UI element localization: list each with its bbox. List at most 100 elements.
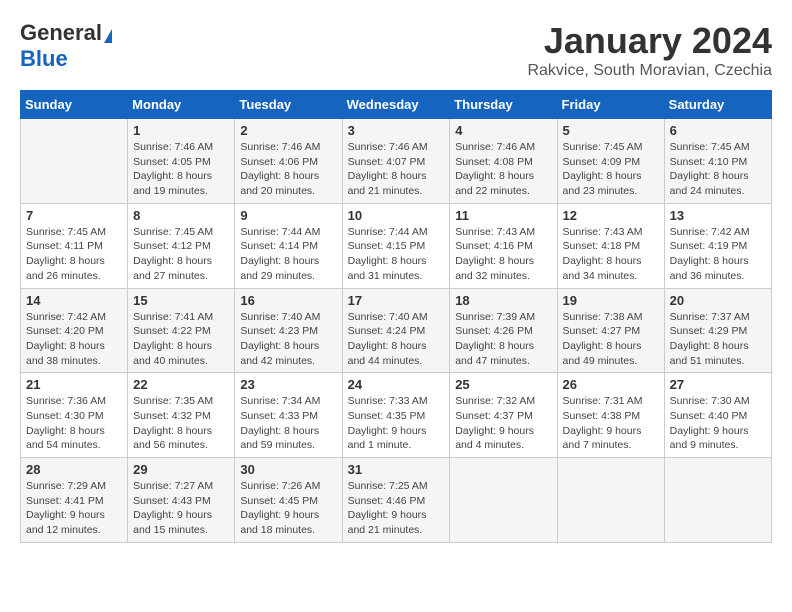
day-info: Sunrise: 7:46 AM Sunset: 4:06 PM Dayligh… [240,140,336,199]
day-cell [21,119,128,204]
day-number: 28 [26,462,122,477]
day-number: 24 [348,377,445,392]
header-cell-friday: Friday [557,91,664,119]
day-info: Sunrise: 7:37 AM Sunset: 4:29 PM Dayligh… [670,310,766,369]
day-info: Sunrise: 7:35 AM Sunset: 4:32 PM Dayligh… [133,394,229,453]
day-number: 3 [348,123,445,138]
day-cell: 24 Sunrise: 7:33 AM Sunset: 4:35 PM Dayli… [342,373,450,458]
day-number: 15 [133,293,229,308]
day-cell: 23 Sunrise: 7:34 AM Sunset: 4:33 PM Dayli… [235,373,342,458]
day-info: Sunrise: 7:36 AM Sunset: 4:30 PM Dayligh… [26,394,122,453]
day-number: 23 [240,377,336,392]
day-info: Sunrise: 7:43 AM Sunset: 4:18 PM Dayligh… [563,225,659,284]
title-area: January 2024 Rakvice, South Moravian, Cz… [527,20,772,80]
day-info: Sunrise: 7:43 AM Sunset: 4:16 PM Dayligh… [455,225,551,284]
day-cell: 16 Sunrise: 7:40 AM Sunset: 4:23 PM Dayli… [235,288,342,373]
day-info: Sunrise: 7:30 AM Sunset: 4:40 PM Dayligh… [670,394,766,453]
day-number: 13 [670,208,766,223]
day-info: Sunrise: 7:32 AM Sunset: 4:37 PM Dayligh… [455,394,551,453]
day-info: Sunrise: 7:46 AM Sunset: 4:05 PM Dayligh… [133,140,229,199]
header-cell-wednesday: Wednesday [342,91,450,119]
day-cell: 1 Sunrise: 7:46 AM Sunset: 4:05 PM Daylig… [128,119,235,204]
day-cell: 10Sunrise: 7:44 AM Sunset: 4:15 PM Dayli… [342,203,450,288]
day-info: Sunrise: 7:26 AM Sunset: 4:45 PM Dayligh… [240,479,336,538]
day-cell [450,458,557,543]
week-row-3: 14 Sunrise: 7:42 AM Sunset: 4:20 PM Dayli… [21,288,772,373]
day-cell: 13 Sunrise: 7:42 AM Sunset: 4:19 PM Dayli… [664,203,771,288]
logo-general: General [20,20,102,45]
day-info: Sunrise: 7:42 AM Sunset: 4:20 PM Dayligh… [26,310,122,369]
day-number: 6 [670,123,766,138]
day-info: Sunrise: 7:39 AM Sunset: 4:26 PM Dayligh… [455,310,551,369]
day-number: 7 [26,208,122,223]
day-number: 4 [455,123,551,138]
day-info: Sunrise: 7:25 AM Sunset: 4:46 PM Dayligh… [348,479,445,538]
header-cell-thursday: Thursday [450,91,557,119]
day-number: 14 [26,293,122,308]
day-cell [557,458,664,543]
day-number: 30 [240,462,336,477]
day-number: 2 [240,123,336,138]
day-number: 20 [670,293,766,308]
day-number: 29 [133,462,229,477]
day-cell: 19 Sunrise: 7:38 AM Sunset: 4:27 PM Dayli… [557,288,664,373]
day-info: Sunrise: 7:34 AM Sunset: 4:33 PM Dayligh… [240,394,336,453]
day-number: 18 [455,293,551,308]
header-cell-saturday: Saturday [664,91,771,119]
day-info: Sunrise: 7:42 AM Sunset: 4:19 PM Dayligh… [670,225,766,284]
week-row-2: 7 Sunrise: 7:45 AM Sunset: 4:11 PM Daylig… [21,203,772,288]
day-number: 11 [455,208,551,223]
day-cell: 14 Sunrise: 7:42 AM Sunset: 4:20 PM Dayli… [21,288,128,373]
calendar-title: January 2024 [527,20,772,62]
day-number: 19 [563,293,659,308]
day-cell: 29 Sunrise: 7:27 AM Sunset: 4:43 PM Dayli… [128,458,235,543]
day-info: Sunrise: 7:27 AM Sunset: 4:43 PM Dayligh… [133,479,229,538]
day-number: 31 [348,462,445,477]
day-info: Sunrise: 7:45 AM Sunset: 4:10 PM Dayligh… [670,140,766,199]
day-info: Sunrise: 7:33 AM Sunset: 4:35 PM Dayligh… [348,394,445,453]
day-info: Sunrise: 7:46 AM Sunset: 4:08 PM Dayligh… [455,140,551,199]
header-cell-tuesday: Tuesday [235,91,342,119]
day-info: Sunrise: 7:38 AM Sunset: 4:27 PM Dayligh… [563,310,659,369]
day-info: Sunrise: 7:31 AM Sunset: 4:38 PM Dayligh… [563,394,659,453]
day-cell: 26 Sunrise: 7:31 AM Sunset: 4:38 PM Dayli… [557,373,664,458]
day-info: Sunrise: 7:40 AM Sunset: 4:24 PM Dayligh… [348,310,445,369]
day-cell: 11 Sunrise: 7:43 AM Sunset: 4:16 PM Dayli… [450,203,557,288]
day-cell: 28Sunrise: 7:29 AM Sunset: 4:41 PM Dayli… [21,458,128,543]
day-number: 21 [26,377,122,392]
day-cell: 3 Sunrise: 7:46 AM Sunset: 4:07 PM Daylig… [342,119,450,204]
day-info: Sunrise: 7:44 AM Sunset: 4:15 PM Dayligh… [348,225,445,284]
header: General Blue January 2024 Rakvice, South… [20,20,772,80]
logo: General Blue [20,20,112,72]
day-number: 16 [240,293,336,308]
day-cell: 17 Sunrise: 7:40 AM Sunset: 4:24 PM Dayli… [342,288,450,373]
day-cell: 5Sunrise: 7:45 AM Sunset: 4:09 PM Daylig… [557,119,664,204]
week-row-1: 1 Sunrise: 7:46 AM Sunset: 4:05 PM Daylig… [21,119,772,204]
day-number: 9 [240,208,336,223]
day-number: 5 [563,123,659,138]
day-number: 1 [133,123,229,138]
week-row-5: 28Sunrise: 7:29 AM Sunset: 4:41 PM Dayli… [21,458,772,543]
calendar-table: SundayMondayTuesdayWednesdayThursdayFrid… [20,90,772,543]
day-cell: 21 Sunrise: 7:36 AM Sunset: 4:30 PM Dayli… [21,373,128,458]
day-cell: 9Sunrise: 7:44 AM Sunset: 4:14 PM Daylig… [235,203,342,288]
day-info: Sunrise: 7:45 AM Sunset: 4:11 PM Dayligh… [26,225,122,284]
day-cell: 12 Sunrise: 7:43 AM Sunset: 4:18 PM Dayli… [557,203,664,288]
day-number: 26 [563,377,659,392]
day-cell: 27 Sunrise: 7:30 AM Sunset: 4:40 PM Dayli… [664,373,771,458]
day-cell: 8Sunrise: 7:45 AM Sunset: 4:12 PM Daylig… [128,203,235,288]
day-cell: 4 Sunrise: 7:46 AM Sunset: 4:08 PM Daylig… [450,119,557,204]
header-row: SundayMondayTuesdayWednesdayThursdayFrid… [21,91,772,119]
day-number: 27 [670,377,766,392]
day-info: Sunrise: 7:40 AM Sunset: 4:23 PM Dayligh… [240,310,336,369]
day-number: 17 [348,293,445,308]
day-cell: 2 Sunrise: 7:46 AM Sunset: 4:06 PM Daylig… [235,119,342,204]
calendar-subtitle: Rakvice, South Moravian, Czechia [527,62,772,80]
day-info: Sunrise: 7:46 AM Sunset: 4:07 PM Dayligh… [348,140,445,199]
day-cell: 20 Sunrise: 7:37 AM Sunset: 4:29 PM Dayli… [664,288,771,373]
day-number: 12 [563,208,659,223]
day-number: 25 [455,377,551,392]
header-cell-monday: Monday [128,91,235,119]
day-cell: 15Sunrise: 7:41 AM Sunset: 4:22 PM Dayli… [128,288,235,373]
header-cell-sunday: Sunday [21,91,128,119]
